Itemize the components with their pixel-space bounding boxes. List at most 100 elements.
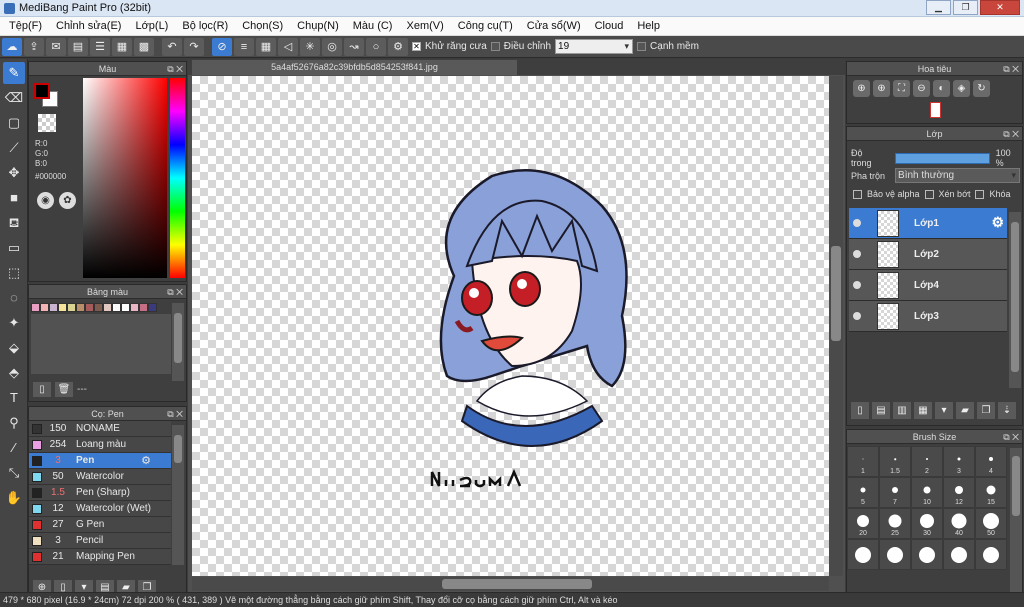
close-icon[interactable]: ⧉ ✕ (167, 62, 183, 76)
select-pen-icon[interactable]: ⬙ (3, 337, 25, 359)
select-rect-icon[interactable]: ⬚ (3, 262, 25, 284)
menu-view[interactable]: Xem(V) (399, 17, 450, 36)
layer-item[interactable]: Lớp2 (849, 239, 1007, 270)
merge-layer-icon[interactable]: ⇣ (998, 402, 1016, 419)
snap-radial-icon[interactable]: ✳ (300, 37, 320, 56)
zoom-in-alt-icon[interactable]: ⊕ (873, 80, 890, 97)
new-folder-icon[interactable]: ▰ (956, 402, 974, 419)
new-layer-1bit-icon[interactable]: ▥ (893, 402, 911, 419)
brush-size-cell[interactable] (911, 539, 943, 570)
brush-size-cell[interactable] (943, 539, 975, 570)
palette-swatch[interactable] (130, 303, 139, 312)
grid-icon[interactable]: ▩ (134, 37, 154, 56)
brush-tool-icon[interactable]: ✎ (3, 62, 25, 84)
new-layer-icon[interactable]: ▯ (851, 402, 869, 419)
hue-slider[interactable] (170, 78, 185, 278)
brush-item[interactable]: 254 Loang màu (29, 437, 171, 453)
text-tool-icon[interactable]: T (3, 387, 25, 409)
brush-size-cell[interactable]: 2 (911, 446, 943, 477)
magic-wand-icon[interactable]: ✦ (3, 312, 25, 334)
brush-item[interactable]: 12 Watercolor (Wet) (29, 501, 171, 517)
palette-scrollbar[interactable] (172, 303, 184, 381)
lasso-tool-icon[interactable]: ◌ (3, 287, 25, 309)
rectangle-tool-icon[interactable]: ▢ (3, 112, 25, 134)
navigator-thumbnail[interactable] (930, 102, 941, 118)
brush-size-cell[interactable]: 3 (943, 446, 975, 477)
chat-icon[interactable]: ▤ (68, 37, 88, 56)
menu-file[interactable]: Tệp(F) (2, 17, 49, 36)
brush-size-cell[interactable]: 12 (943, 477, 975, 508)
palette-swatch[interactable] (121, 303, 130, 312)
lock-checkbox[interactable] (975, 189, 985, 199)
new-palette-icon[interactable]: ▯ (33, 382, 51, 397)
eye-icon[interactable] (853, 250, 861, 258)
brush-item[interactable]: 50 Watercolor (29, 469, 171, 485)
palette-swatch[interactable] (49, 303, 58, 312)
eye-icon[interactable] (853, 281, 861, 289)
brush-size-cell[interactable]: 10 (911, 477, 943, 508)
opacity-slider[interactable] (895, 152, 990, 164)
snap-settings-icon[interactable]: ⚙ (388, 37, 408, 56)
close-button[interactable]: ✕ (980, 0, 1020, 15)
palette-swatch[interactable] (40, 303, 49, 312)
layer-scrollbar[interactable] (1009, 212, 1021, 388)
duplicate-layer-icon[interactable]: ❐ (977, 402, 995, 419)
brush-item[interactable]: 27 G Pen (29, 517, 171, 533)
divide-tool-icon[interactable]: ⚲ (3, 412, 25, 434)
new-layer-8bit-icon[interactable]: ▤ (872, 402, 890, 419)
new-halftone-icon[interactable]: ▦ (914, 402, 932, 419)
menu-filter[interactable]: Bộ lọc(R) (175, 17, 235, 36)
brush-item[interactable]: 150 NONAME (29, 421, 171, 437)
saturation-value-picker[interactable] (83, 78, 167, 278)
brush-size-cell[interactable]: 1 (847, 446, 879, 477)
zoom-in-icon[interactable]: ⊕ (853, 80, 870, 97)
brush-size-cell[interactable]: 40 (943, 508, 975, 539)
actual-size-icon[interactable]: ◐ (933, 80, 950, 97)
close-icon[interactable]: ⧉ ✕ (1003, 430, 1019, 444)
redo-icon[interactable]: ↷ (184, 37, 204, 56)
eye-icon[interactable] (853, 312, 861, 320)
brush-item[interactable]: 1.5 Pen (Sharp) (29, 485, 171, 501)
snap-ellipse-icon[interactable]: ○ (366, 37, 386, 56)
menu-edit[interactable]: Chỉnh sửa(E) (49, 17, 128, 36)
brush-size-cell[interactable]: 4 (975, 446, 1007, 477)
canvas-drawing[interactable] (192, 76, 829, 576)
palette-swatch[interactable] (67, 303, 76, 312)
menu-tools[interactable]: Công cụ(T) (451, 17, 520, 36)
palette-swatch[interactable] (94, 303, 103, 312)
brush-size-cell[interactable] (847, 539, 879, 570)
dot-tool-icon[interactable]: ⟋ (3, 137, 25, 159)
close-icon[interactable]: ⧉ ✕ (167, 285, 183, 299)
palette-swatch[interactable] (103, 303, 112, 312)
undo-icon[interactable]: ↶ (162, 37, 182, 56)
layer-item[interactable]: Lớp4 (849, 270, 1007, 301)
brush-item-selected[interactable]: 3 Pen ⚙ (29, 453, 171, 469)
gradient-tool-icon[interactable]: ▭ (3, 237, 25, 259)
adjust-select[interactable]: 19 (555, 39, 634, 54)
gear-icon[interactable]: ⚙ (991, 214, 1004, 231)
color-wheel-icon[interactable]: ✿ (59, 192, 76, 209)
menu-window[interactable]: Cửa sổ(W) (520, 17, 588, 36)
snap-curve-icon[interactable]: ↝ (344, 37, 364, 56)
palette-swatch[interactable] (139, 303, 148, 312)
select-eraser-icon[interactable]: ⬘ (3, 362, 25, 384)
menu-cloud[interactable]: Cloud (588, 17, 631, 36)
document-tab[interactable]: 5a4af52676a82c39bfdb5d854253f841.jpg (192, 60, 517, 75)
blend-mode-select[interactable]: Bình thường (895, 168, 1021, 183)
brush-size-cell[interactable] (975, 539, 1007, 570)
hand-tool-icon[interactable]: ✋ (3, 487, 25, 509)
menu-snap[interactable]: Chụp(N) (290, 17, 346, 36)
brush-size-cell[interactable]: 25 (879, 508, 911, 539)
brush-size-cell[interactable]: 1.5 (879, 446, 911, 477)
brush-item[interactable]: 3 Pencil (29, 533, 171, 549)
eraser-tool-icon[interactable]: ⌫ (3, 87, 25, 109)
brush-size-cell[interactable]: 20 (847, 508, 879, 539)
layer-item-selected[interactable]: Lớp1 ⚙ (849, 208, 1007, 239)
cloud-icon[interactable]: ☁ (2, 37, 22, 56)
soft-edge-checkbox[interactable] (637, 42, 647, 51)
rotate-right-icon[interactable]: ↻ (973, 80, 990, 97)
close-icon[interactable]: ⧉ ✕ (1003, 127, 1019, 141)
palette-swatch[interactable] (148, 303, 157, 312)
brush-size-scrollbar[interactable] (1010, 448, 1022, 596)
canvas-vertical-scrollbar[interactable] (829, 76, 843, 576)
